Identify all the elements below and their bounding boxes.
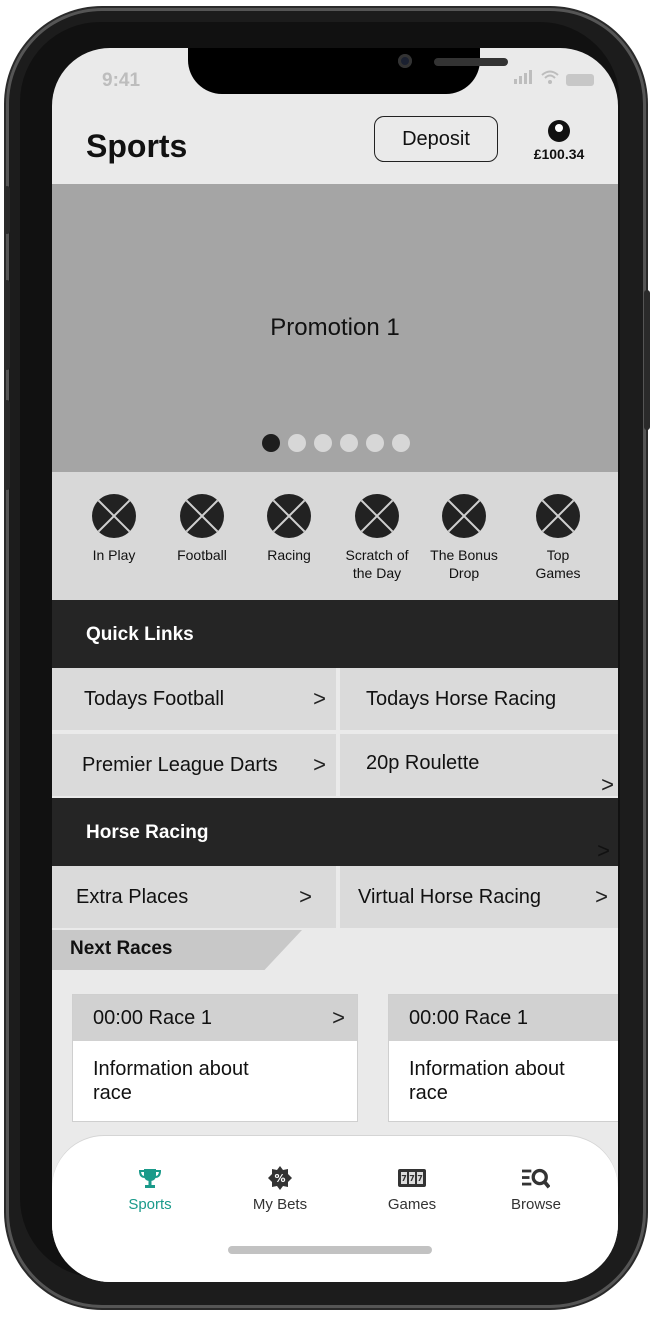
status-icons [514,70,594,89]
chevron-right-icon: > [299,884,312,909]
carousel-dots [262,434,410,452]
section-title: Next Races [70,938,173,959]
svg-text:7: 7 [401,1174,407,1183]
front-camera [398,54,412,68]
carousel-dot[interactable] [314,434,332,452]
svg-text:%: % [274,1172,285,1185]
race-card-header: 00:00 Race 1 > [73,995,357,1041]
tab-label: Games [387,1196,437,1213]
account-balance: £100.34 [533,146,585,162]
next-races-tab: Next Races [52,930,302,970]
category-scratch-of-the-day[interactable]: Scratch of the Day [332,494,422,582]
race-card[interactable]: 00:00 Race 1 > Information about race [72,994,358,1122]
bottom-tab-bar: Sports % My Bets 777 Games Browse [52,1136,618,1282]
race-card[interactable]: 00:00 Race 1 Information about race [388,994,618,1122]
chevron-right-icon: > [597,838,610,863]
chevron-right-icon: > [313,752,326,777]
horse-racing-virtual[interactable]: Virtual Horse Racing > [340,866,618,928]
category-label: Football [177,547,227,563]
tab-label: Sports [128,1196,172,1213]
browse-search-icon [522,1166,550,1190]
category-label: The Bonus Drop [430,547,498,581]
tab-browse[interactable]: Browse [476,1166,596,1213]
tile-label: Virtual Horse Racing [358,886,542,908]
app-screen: 9:41 Sports Deposit £100.34 Promotion 1 [52,48,618,1282]
placeholder-icon [267,494,311,538]
trophy-icon [136,1166,164,1190]
tile-label: Todays Horse Racing [366,688,557,710]
placeholder-icon [180,494,224,538]
carousel-dot[interactable] [262,434,280,452]
chevron-right-icon: > [332,1005,345,1030]
app-header: Sports Deposit £100.34 [52,96,618,184]
tile-label: 20p Roulette [366,752,480,774]
tab-sports[interactable]: Sports [90,1166,210,1213]
tab-label: My Bets [252,1196,308,1213]
category-in-play[interactable]: In Play [69,494,159,564]
chevron-right-icon: > [313,686,326,711]
section-title: Quick Links [86,624,194,645]
category-top-games[interactable]: Top Games [513,494,603,582]
status-time: 9:41 [102,70,141,91]
race-time-name: 00:00 Race 1 [93,1007,212,1029]
race-info: Information about race [409,1058,565,1104]
category-shortcuts: In Play Football Racing Scratch of the D… [52,472,618,600]
signal-icon [514,70,534,89]
placeholder-icon [442,494,486,538]
slot-machine-icon: 777 [398,1166,426,1190]
volume-up-button [4,280,10,370]
chevron-right-icon: > [601,772,614,797]
quick-links-header: Quick Links [52,600,618,668]
deposit-button[interactable]: Deposit [374,116,498,162]
tab-label: Browse [510,1196,562,1213]
category-label: Top Games [535,547,581,581]
category-label: In Play [92,547,136,563]
tab-games[interactable]: 777 Games [352,1166,472,1213]
account-icon [548,120,570,142]
carousel-dot[interactable] [340,434,358,452]
quick-link-premier-league-darts[interactable]: Premier League Darts > [52,734,336,796]
horse-racing-extra-places[interactable]: Extra Places > [52,866,336,928]
section-title: Horse Racing [86,822,209,843]
category-football[interactable]: Football [157,494,247,564]
tile-label: Todays Football [84,688,225,710]
quick-link-20p-roulette[interactable]: 20p Roulette > [340,734,618,797]
tab-my-bets[interactable]: % My Bets [220,1166,340,1213]
speaker [434,58,508,66]
quick-link-todays-football[interactable]: Todays Football > [52,668,336,730]
tile-label: Premier League Darts [82,754,278,776]
battery-icon [566,73,594,86]
svg-text:7: 7 [409,1174,415,1183]
svg-text:7: 7 [417,1174,423,1183]
race-time-name: 00:00 Race 1 [409,1007,528,1029]
wifi-icon [540,70,560,89]
notch [188,48,508,94]
category-label: Racing [267,547,311,563]
carousel-dot[interactable] [366,434,384,452]
badge-icon: % [266,1166,294,1190]
race-info: Information about race [93,1058,249,1104]
horse-racing-header: Horse Racing > [52,798,618,866]
placeholder-icon [92,494,136,538]
quick-link-todays-horse-racing[interactable]: Todays Horse Racing [340,668,618,730]
promo-carousel[interactable]: Promotion 1 [52,184,618,472]
side-button [4,186,10,234]
home-indicator [228,1246,432,1254]
carousel-dot[interactable] [392,434,410,452]
placeholder-icon [536,494,580,538]
page-title: Sports [86,128,188,164]
volume-down-button [4,400,10,490]
category-label: Scratch of the Day [345,547,409,581]
category-racing[interactable]: Racing [244,494,334,564]
placeholder-icon [355,494,399,538]
race-card-header: 00:00 Race 1 [389,995,618,1041]
power-button [644,290,650,430]
chevron-right-icon: > [595,884,608,909]
promo-label: Promotion 1 [270,314,400,341]
carousel-dot[interactable] [288,434,306,452]
category-bonus-drop[interactable]: The Bonus Drop [419,494,509,582]
account-button[interactable]: £100.34 [524,120,594,162]
tile-label: Extra Places [76,886,189,908]
